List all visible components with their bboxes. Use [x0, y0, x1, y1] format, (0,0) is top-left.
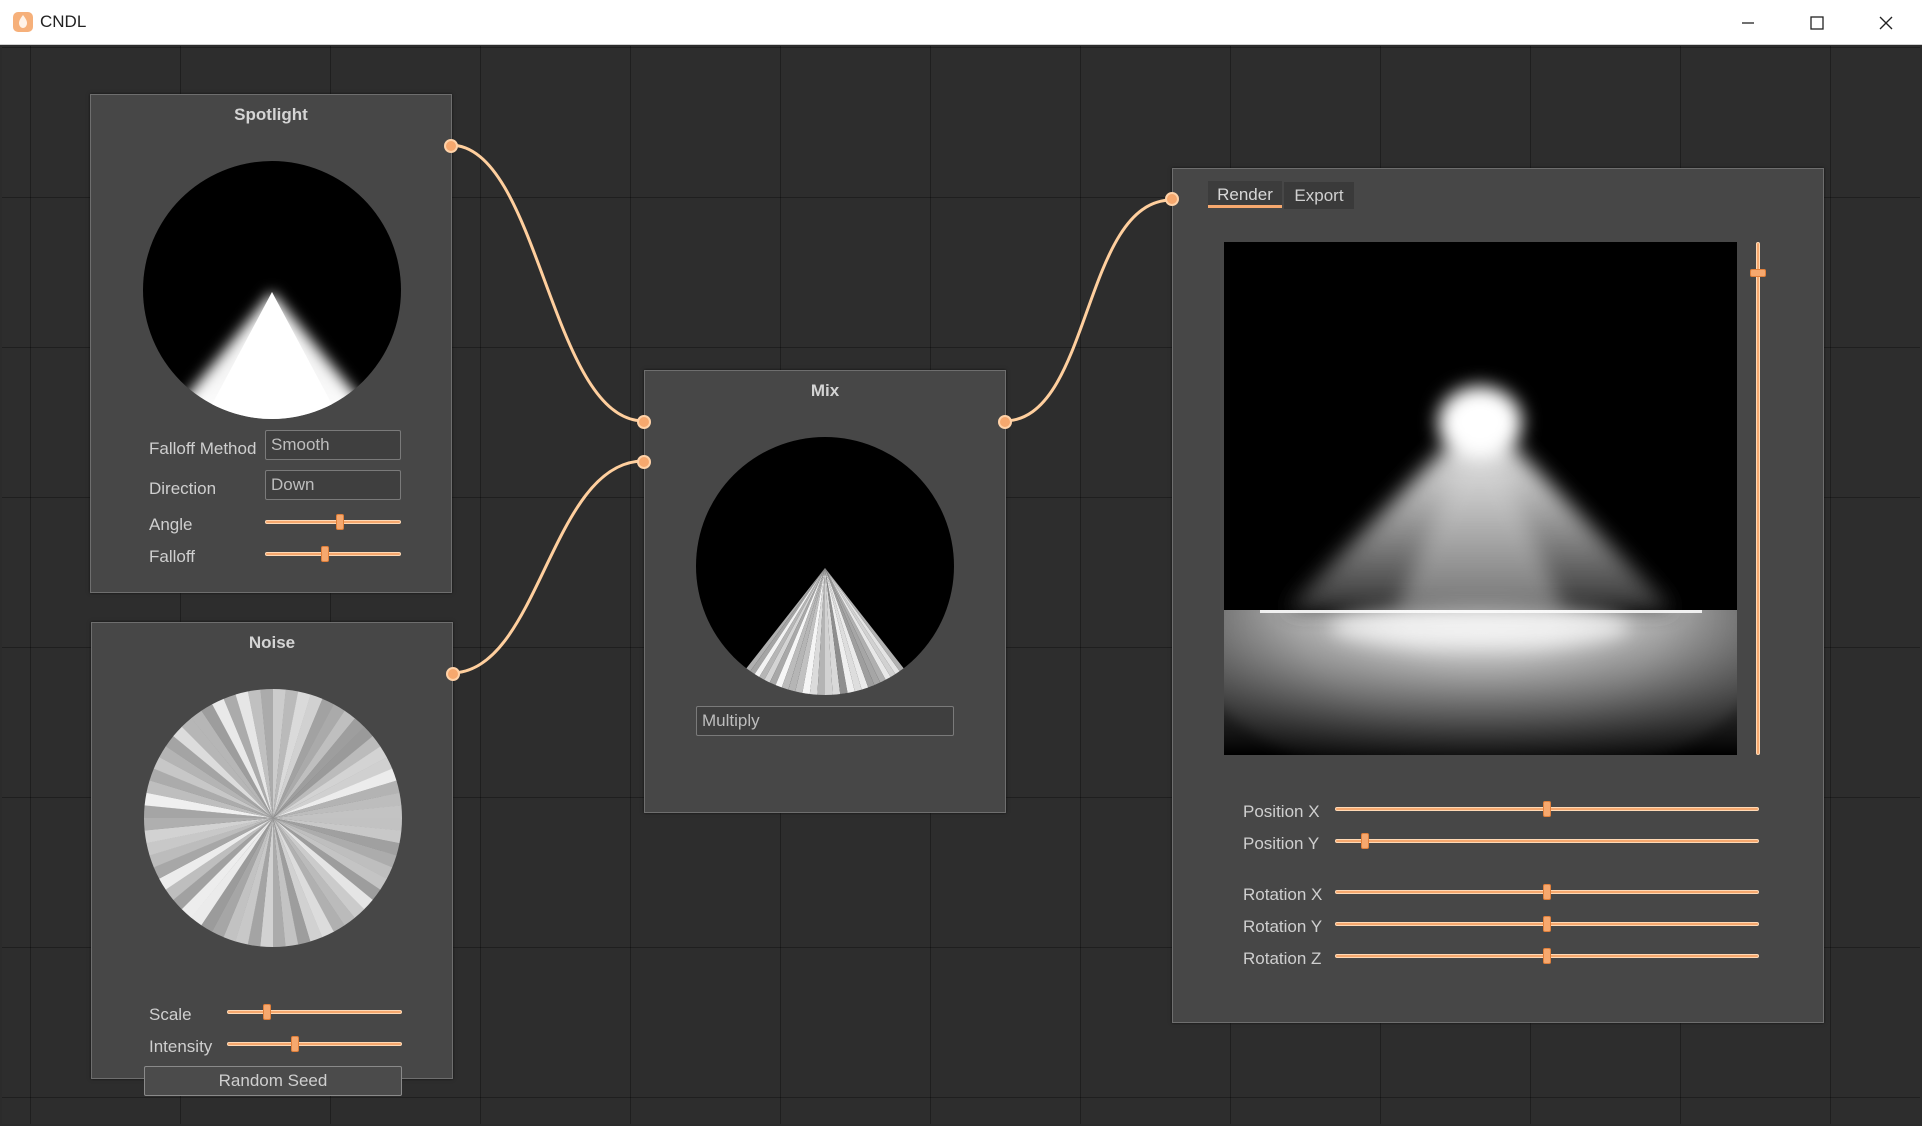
position-y-slider-thumb[interactable]: [1360, 833, 1369, 849]
rotation-x-label: Rotation X: [1243, 885, 1323, 904]
position-y-slider-track: [1335, 839, 1759, 843]
falloff-slider-thumb[interactable]: [320, 546, 329, 562]
rotation-y-slider[interactable]: [1335, 916, 1759, 932]
close-button[interactable]: [1851, 0, 1921, 45]
position-x-slider[interactable]: [1335, 801, 1759, 817]
angle-slider[interactable]: [265, 514, 401, 530]
tab-render[interactable]: Render: [1208, 181, 1282, 208]
noise-output-port[interactable]: [446, 667, 460, 681]
mix-node-title: Mix: [810, 381, 840, 400]
intensity-slider[interactable]: [227, 1036, 402, 1052]
rotation-y-slider-thumb[interactable]: [1543, 916, 1551, 932]
position-y-label: Position Y: [1243, 834, 1320, 853]
window-title: CNDL: [40, 12, 87, 31]
wire-spotlight-to-mix: [449, 143, 645, 423]
scale-slider-track: [227, 1010, 402, 1014]
render-zoom-slider-track: [1756, 242, 1760, 755]
render-viewport[interactable]: [1224, 242, 1737, 755]
mix-input-port-b[interactable]: [637, 455, 651, 469]
render-zoom-slider-thumb[interactable]: [1750, 268, 1766, 277]
falloff-method-label: Falloff Method: [149, 439, 257, 458]
falloff-label: Falloff: [149, 547, 195, 566]
tab-export[interactable]: Export: [1284, 182, 1354, 209]
intensity-slider-thumb[interactable]: [291, 1036, 300, 1052]
scale-label: Scale: [149, 1005, 192, 1024]
falloff-slider-track: [265, 552, 401, 556]
position-y-slider[interactable]: [1335, 833, 1759, 849]
minimize-button[interactable]: [1713, 0, 1783, 45]
spotlight-node[interactable]: Spotlight Falloff Method Smooth Directio…: [90, 94, 458, 593]
output-node[interactable]: Render Export Position X Position Y Rota…: [1165, 168, 1824, 1023]
mix-node[interactable]: Mix Multiply: [637, 370, 1012, 813]
mix-output-port[interactable]: [998, 415, 1012, 429]
rotation-y-label: Rotation Y: [1243, 917, 1323, 936]
spotlight-node-title: Spotlight: [234, 105, 308, 124]
mix-input-port-a[interactable]: [637, 415, 651, 429]
direction-select[interactable]: Down: [265, 470, 401, 500]
random-seed-button[interactable]: Random Seed: [144, 1066, 402, 1096]
rotation-z-slider-thumb[interactable]: [1543, 948, 1551, 964]
node-graph-canvas[interactable]: Spotlight Falloff Method Smooth Directio…: [2, 46, 1920, 1124]
angle-slider-thumb[interactable]: [335, 514, 344, 530]
angle-label: Angle: [149, 515, 193, 534]
scale-slider-thumb[interactable]: [263, 1004, 272, 1020]
direction-label: Direction: [149, 479, 217, 498]
angle-slider-track: [265, 520, 401, 524]
app-logo-icon: [13, 12, 33, 32]
falloff-method-select[interactable]: Smooth: [265, 430, 401, 460]
rotation-x-slider-thumb[interactable]: [1543, 884, 1551, 900]
intensity-label: Intensity: [149, 1037, 213, 1056]
rotation-z-label: Rotation Z: [1243, 949, 1322, 968]
noise-preview: [144, 689, 402, 947]
scale-slider[interactable]: [227, 1004, 402, 1020]
maximize-icon: [1810, 15, 1824, 30]
position-x-label: Position X: [1243, 802, 1320, 821]
position-x-slider-thumb[interactable]: [1543, 801, 1551, 817]
maximize-button[interactable]: [1782, 0, 1852, 45]
output-input-port[interactable]: [1165, 192, 1179, 206]
rotation-x-slider[interactable]: [1335, 884, 1759, 900]
rotation-z-slider[interactable]: [1335, 948, 1759, 964]
noise-node[interactable]: Noise Scale Intensity Random Seed: [91, 622, 460, 1096]
wire-noise-to-mix: [450, 459, 645, 675]
mix-mode-select[interactable]: Multiply: [696, 706, 954, 736]
noise-node-title: Noise: [248, 633, 296, 652]
title-bar[interactable]: CNDL: [0, 0, 1922, 45]
spotlight-output-port[interactable]: [444, 139, 458, 153]
render-zoom-slider[interactable]: [1750, 242, 1766, 755]
mix-preview: [696, 437, 954, 695]
wire-mix-to-output: [1003, 198, 1173, 423]
falloff-slider[interactable]: [265, 546, 401, 562]
intensity-slider-track: [227, 1042, 402, 1046]
close-icon: [1879, 16, 1893, 29]
spotlight-preview: [143, 161, 401, 419]
minimize-icon: [1742, 21, 1754, 24]
